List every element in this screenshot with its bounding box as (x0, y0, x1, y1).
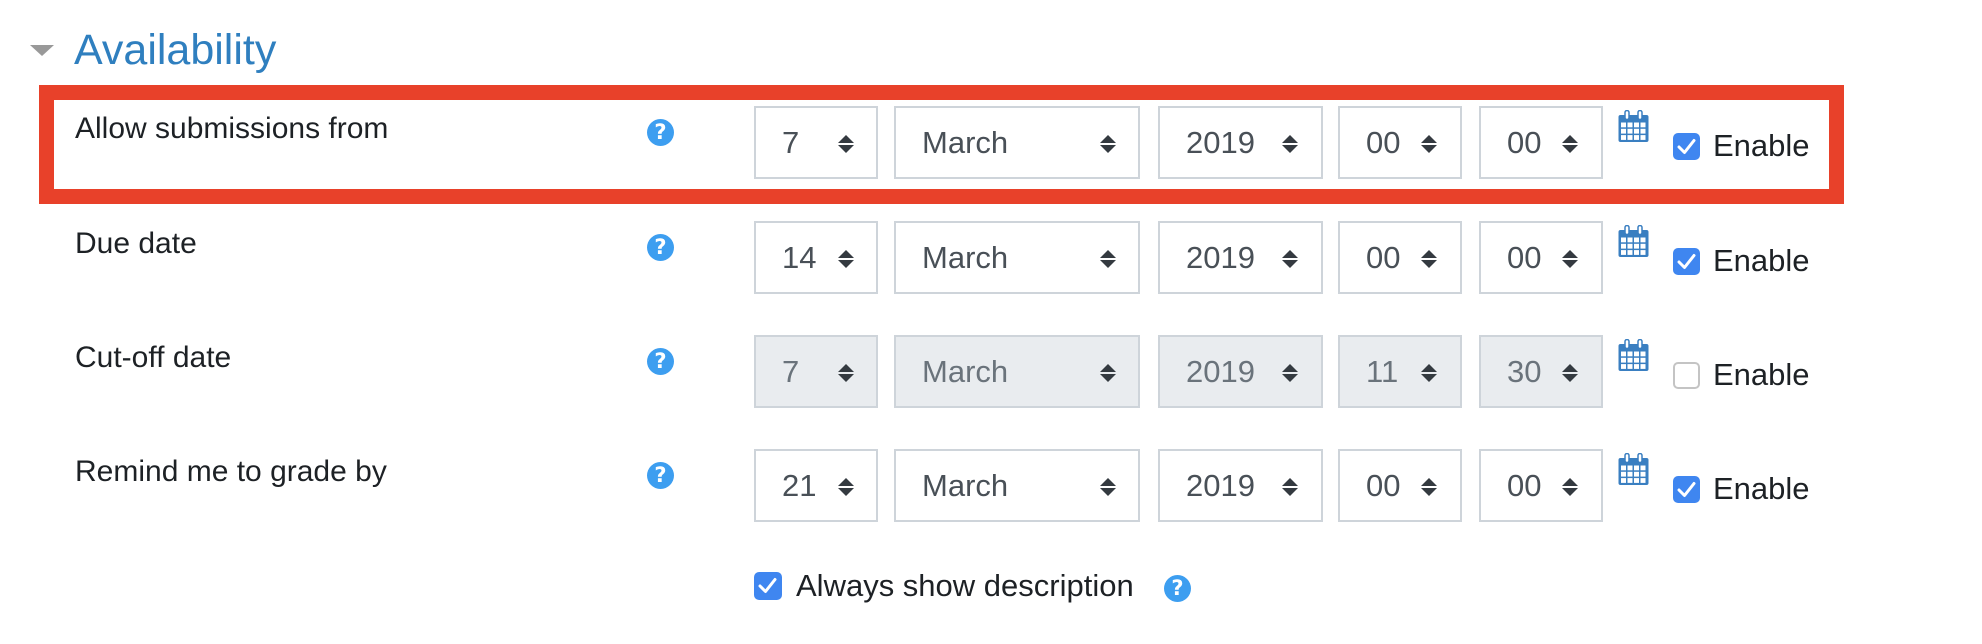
month-value: March (922, 468, 1009, 503)
year-select: 2019 (1158, 335, 1323, 408)
day-value: 21 (782, 468, 817, 503)
month-select[interactable]: March (894, 449, 1140, 522)
select-arrows-icon (1100, 478, 1116, 496)
month-value: March (922, 125, 1009, 160)
select-arrows-icon (1100, 135, 1116, 153)
help-icon[interactable]: ? (647, 462, 674, 489)
minute-value: 00 (1507, 125, 1542, 160)
help-icon[interactable]: ? (1164, 575, 1191, 602)
minute-select[interactable]: 00 (1479, 221, 1603, 294)
hour-select: 11 (1338, 335, 1462, 408)
help-icon[interactable]: ? (647, 348, 674, 375)
enable-label[interactable]: Enable (1713, 126, 1810, 166)
select-arrows-icon (1421, 250, 1437, 268)
day-select: 7 (754, 335, 878, 408)
field-label: Cut-off date (75, 341, 232, 374)
year-value: 2019 (1186, 354, 1255, 389)
select-arrows-icon (1562, 135, 1578, 153)
select-arrows-icon (838, 478, 854, 496)
select-arrows-icon (1282, 364, 1298, 382)
hour-value: 00 (1366, 240, 1401, 275)
select-arrows-icon (1562, 478, 1578, 496)
select-arrows-icon (1421, 478, 1437, 496)
minute-select: 30 (1479, 335, 1603, 408)
always-show-description-row: Always show description ? (0, 560, 1982, 616)
select-arrows-icon (1282, 478, 1298, 496)
day-value: 7 (782, 354, 800, 389)
minute-select[interactable]: 00 (1479, 449, 1603, 522)
help-icon[interactable]: ? (647, 119, 674, 146)
year-value: 2019 (1186, 240, 1255, 275)
day-select[interactable]: 14 (754, 221, 878, 294)
date-row-cut-off-date: Cut-off date ? 7 March 2019 11 30 Enable (0, 335, 1982, 411)
enable-label[interactable]: Enable (1713, 355, 1810, 395)
enable-checkbox[interactable] (1673, 133, 1700, 160)
month-value: March (922, 240, 1009, 275)
select-arrows-icon (1100, 364, 1116, 382)
always-show-description-checkbox[interactable] (754, 572, 782, 600)
minute-value: 00 (1507, 240, 1542, 275)
select-arrows-icon (838, 364, 854, 382)
year-select[interactable]: 2019 (1158, 221, 1323, 294)
date-row-remind-me-to-grade-by: Remind me to grade by ? 21 March 2019 00… (0, 449, 1982, 525)
calendar-icon[interactable] (1618, 224, 1649, 258)
help-icon[interactable]: ? (647, 234, 674, 261)
enable-checkbox[interactable] (1673, 248, 1700, 275)
year-value: 2019 (1186, 125, 1255, 160)
minute-select[interactable]: 00 (1479, 106, 1603, 179)
month-select: March (894, 335, 1140, 408)
field-label: Remind me to grade by (75, 455, 387, 488)
year-value: 2019 (1186, 468, 1255, 503)
month-select[interactable]: March (894, 221, 1140, 294)
month-select[interactable]: March (894, 106, 1140, 179)
day-value: 7 (782, 125, 800, 160)
field-label: Allow submissions from (75, 112, 389, 145)
select-arrows-icon (1421, 135, 1437, 153)
hour-select[interactable]: 00 (1338, 106, 1462, 179)
hour-value: 11 (1366, 354, 1399, 389)
calendar-icon[interactable] (1618, 452, 1649, 486)
year-select[interactable]: 2019 (1158, 449, 1323, 522)
select-arrows-icon (1100, 250, 1116, 268)
date-row-allow-submissions-from: Allow submissions from ? 7 March 2019 00… (0, 106, 1982, 182)
enable-label[interactable]: Enable (1713, 469, 1810, 509)
always-show-description-label[interactable]: Always show description (796, 566, 1134, 606)
day-select[interactable]: 7 (754, 106, 878, 179)
enable-label[interactable]: Enable (1713, 241, 1810, 281)
select-arrows-icon (1282, 250, 1298, 268)
month-value: March (922, 354, 1009, 389)
minute-value: 00 (1507, 468, 1542, 503)
select-arrows-icon (838, 250, 854, 268)
select-arrows-icon (838, 135, 854, 153)
collapse-triangle-icon[interactable] (30, 45, 54, 56)
hour-select[interactable]: 00 (1338, 221, 1462, 294)
select-arrows-icon (1421, 364, 1437, 382)
select-arrows-icon (1562, 250, 1578, 268)
select-arrows-icon (1282, 135, 1298, 153)
enable-checkbox[interactable] (1673, 362, 1700, 389)
date-row-due-date: Due date ? 14 March 2019 00 00 Enable (0, 221, 1982, 297)
section-title-availability[interactable]: Availability (74, 22, 276, 78)
field-label: Due date (75, 227, 197, 260)
hour-value: 00 (1366, 468, 1401, 503)
select-arrows-icon (1562, 364, 1578, 382)
year-select[interactable]: 2019 (1158, 106, 1323, 179)
minute-value: 30 (1507, 354, 1542, 389)
hour-value: 00 (1366, 125, 1401, 160)
hour-select[interactable]: 00 (1338, 449, 1462, 522)
calendar-icon[interactable] (1618, 109, 1649, 143)
day-select[interactable]: 21 (754, 449, 878, 522)
enable-checkbox[interactable] (1673, 476, 1700, 503)
calendar-icon[interactable] (1618, 338, 1649, 372)
day-value: 14 (782, 240, 817, 275)
